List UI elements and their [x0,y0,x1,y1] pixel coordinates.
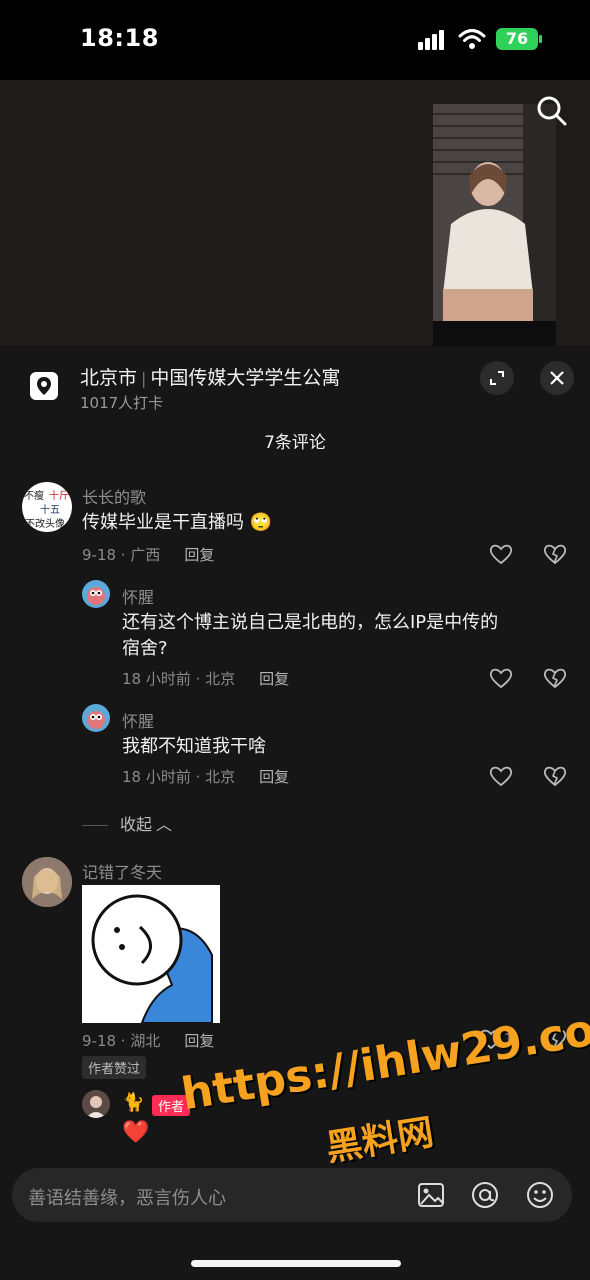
video-progress-area [433,321,556,346]
like-heart-icon[interactable] [488,665,514,691]
sticker-image[interactable] [82,885,220,1024]
battery-tip [539,35,542,43]
status-time: 18:18 [80,24,159,52]
dislike-broken-heart-icon[interactable] [542,763,568,789]
cartoon-sticker-image [91,894,213,1024]
heart-emoji-comment: ❤️ [122,1120,150,1145]
avatar[interactable] [82,704,110,732]
comment-count: 7条评论 [264,433,326,453]
wifi-icon [458,29,486,49]
close-icon [550,371,564,385]
location-city: 北京市 [80,367,138,389]
location-pin-icon [30,372,58,400]
avatar-text-1: 不瘦 [24,491,44,502]
comment-meta: 9-18 · 湖北 回复 [82,1030,214,1051]
reply-meta: 18 小时前 · 北京 回复 [122,766,289,787]
reply-meta: 18 小时前 · 北京 回复 [122,668,289,689]
avatar-cartoon-image [87,587,105,605]
reply-text-line2: 宿舍? [122,638,168,659]
comment-text-body: 传媒毕业是干直播吗 [82,512,244,533]
reply-text: 我都不知道我干啥 [122,736,266,757]
reply-button[interactable]: 回复 [184,546,214,564]
signal-icon [418,30,444,50]
reply-time-location: 18 小时前 · 北京 [122,768,236,786]
author-liked-badge: 作者赞过 [82,1056,147,1079]
reply-username[interactable]: 怀腥 [122,708,154,732]
comment-username[interactable]: 记错了冬天 [82,859,162,883]
avatar[interactable] [22,857,72,907]
avatar-cartoon-image [87,711,105,729]
rolling-eyes-emoji-icon: 🙄 [249,512,273,533]
like-heart-icon[interactable] [488,763,514,789]
comment-date-location: 9-18 · 湖北 [82,1032,161,1050]
reply-button[interactable]: 回复 [184,1032,214,1050]
avatar[interactable]: 不瘦 十斤 十五 不改头像 [22,482,72,532]
mention-at-icon[interactable] [470,1180,500,1210]
author-avatar-image [82,1090,110,1118]
expand-icon [490,371,504,385]
image-picker-icon[interactable] [417,1181,445,1209]
reply-text-line1: 还有这个博主说自己是北电的，怎么IP是中传的 [122,612,499,633]
location-separator: | [141,369,147,388]
home-indicator[interactable] [191,1260,401,1267]
close-button[interactable] [540,361,574,395]
avatar-text-2: 十斤 [49,491,69,502]
dislike-broken-heart-icon[interactable] [542,665,568,691]
video-thumbnail[interactable] [433,104,556,321]
dislike-broken-heart-icon[interactable] [542,541,568,567]
collapse-replies-button[interactable]: 收起 ︿ [82,811,172,835]
avatar[interactable] [82,580,110,608]
search-icon[interactable] [536,95,568,127]
expand-button[interactable] [480,361,514,395]
avatar-text-3: 十五 [40,505,60,516]
avatar-text-4: 不改头像 [25,519,65,530]
reply-button[interactable]: 回复 [259,670,289,688]
like-heart-icon[interactable] [488,541,514,567]
collapse-divider [82,825,108,826]
comment-text: 传媒毕业是干直播吗 🙄 [82,510,272,536]
reply-username[interactable]: 怀腥 [122,584,154,608]
reply-time-location: 18 小时前 · 北京 [122,670,236,688]
location-place: 中国传媒大学学生公寓 [150,367,341,389]
chevron-up-icon: ︿ [156,815,173,834]
comment-username[interactable]: 长长的歌 [82,484,146,508]
emoji-smiley-icon[interactable] [525,1180,555,1210]
avatar-photo-image [22,857,72,907]
author-username[interactable]: 🐈 [122,1092,144,1113]
avatar[interactable] [82,1090,110,1118]
reply-button[interactable]: 回复 [259,768,289,786]
person-photo-image [433,104,556,321]
collapse-label: 收起 [120,815,153,834]
comment-input-placeholder[interactable]: 善语结善缘，恶言伤人心 [28,1184,226,1210]
checkin-count: 1017人打卡 [80,394,164,412]
location-title[interactable]: 北京市 | 中国传媒大学学生公寓 [80,363,340,390]
battery-indicator: 76 [496,28,538,50]
comment-date-location: 9-18 · 广西 [82,546,161,564]
comment-meta: 9-18 · 广西 回复 [82,544,214,565]
